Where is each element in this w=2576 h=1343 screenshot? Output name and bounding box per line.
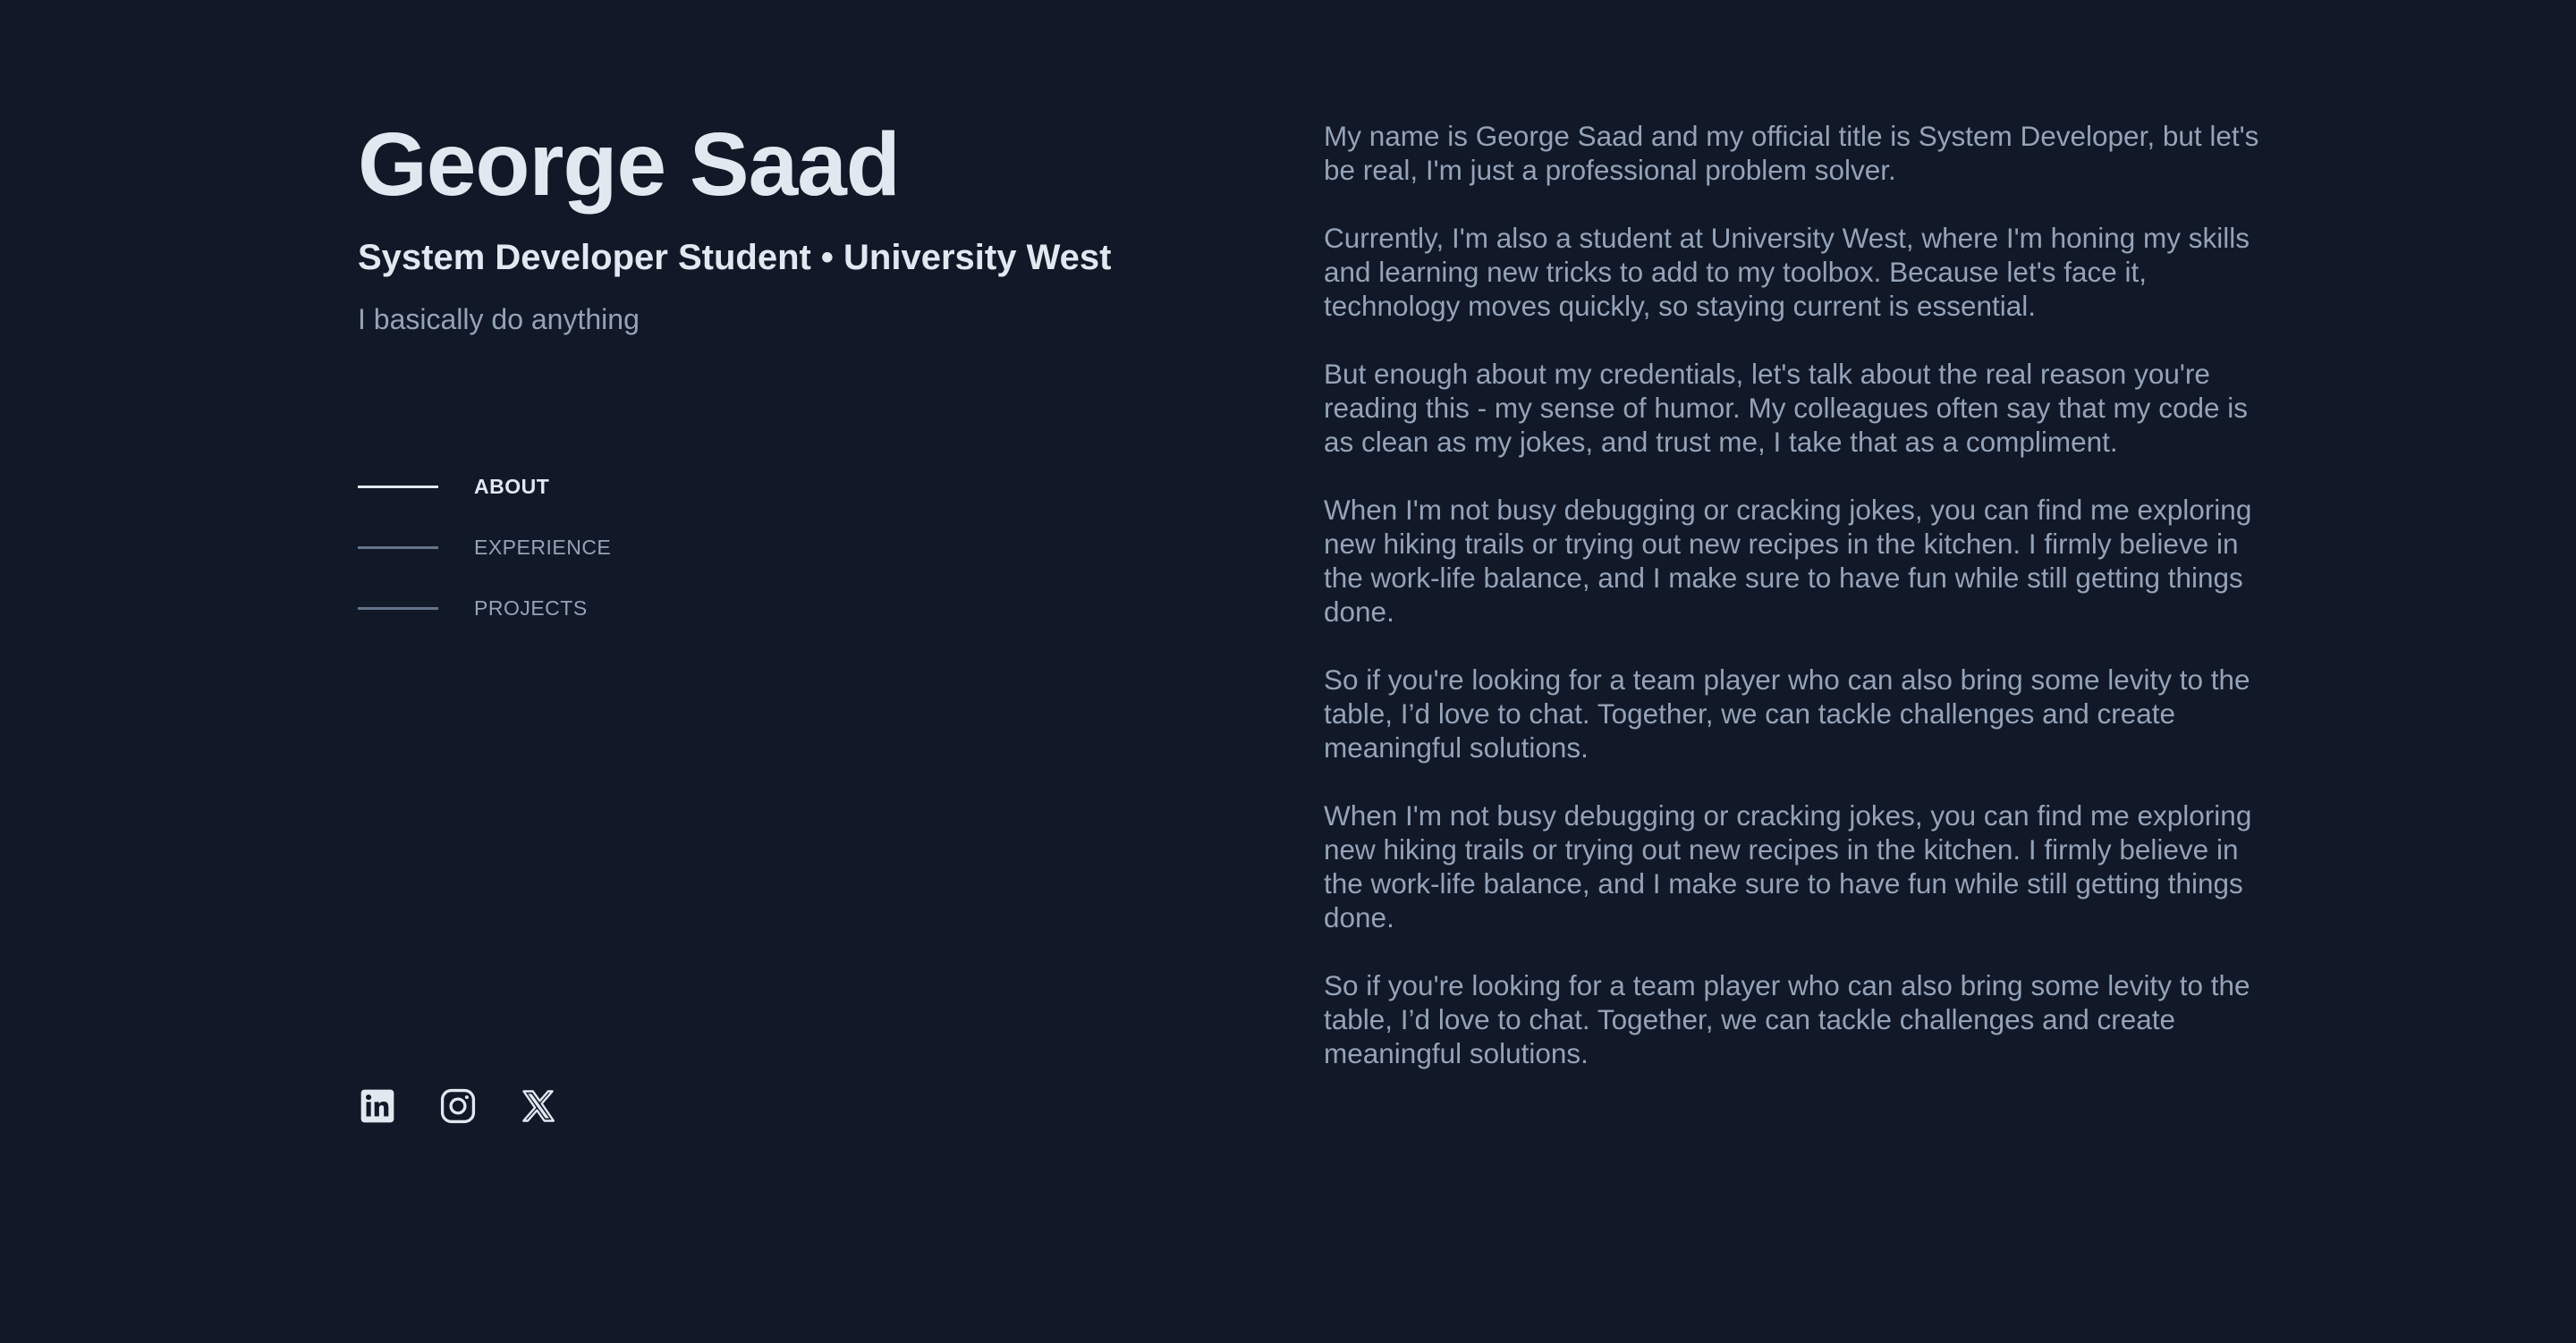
about-paragraph: When I'm not busy debugging or cracking … xyxy=(1324,799,2252,933)
x-icon xyxy=(522,1090,555,1122)
about-paragraph: My name is George Saad and my official t… xyxy=(1324,120,2259,186)
nav-item-experience[interactable]: EXPERIENCE xyxy=(358,528,611,566)
nav-indicator-line xyxy=(358,545,438,549)
page-title: George Saad xyxy=(358,114,901,215)
job-subtitle: System Developer Student • University We… xyxy=(358,238,1112,277)
instagram-link[interactable] xyxy=(438,1086,478,1126)
linkedin-link[interactable] xyxy=(358,1086,397,1126)
nav-item-label: ABOUT xyxy=(474,474,550,498)
nav-item-label: PROJECTS xyxy=(474,595,588,620)
about-paragraph: So if you're looking for a team player w… xyxy=(1324,969,2250,1069)
section-nav: ABOUT EXPERIENCE PROJECTS xyxy=(358,468,611,650)
nav-item-about[interactable]: ABOUT xyxy=(358,468,611,505)
profile-header: George Saad System Developer Student • U… xyxy=(358,107,1163,338)
x-link[interactable] xyxy=(519,1086,558,1126)
about-paragraph: When I'm not busy debugging or cracking … xyxy=(1324,494,2252,628)
linkedin-icon xyxy=(360,1089,394,1123)
nav-item-label: EXPERIENCE xyxy=(474,535,612,559)
about-paragraph: So if you're looking for a team player w… xyxy=(1324,663,2250,764)
nav-indicator-line xyxy=(358,606,438,610)
nav-indicator-line xyxy=(358,485,438,488)
about-paragraph: Currently, I'm also a student at Univers… xyxy=(1324,222,2250,322)
about-paragraph: But enough about my credentials, let's t… xyxy=(1324,358,2248,458)
nav-item-projects[interactable]: PROJECTS xyxy=(358,589,611,627)
tagline: I basically do anything xyxy=(358,303,640,335)
about-section: My name is George Saad and my official t… xyxy=(1324,119,2272,1104)
instagram-icon xyxy=(440,1088,476,1124)
social-links xyxy=(358,1086,558,1126)
